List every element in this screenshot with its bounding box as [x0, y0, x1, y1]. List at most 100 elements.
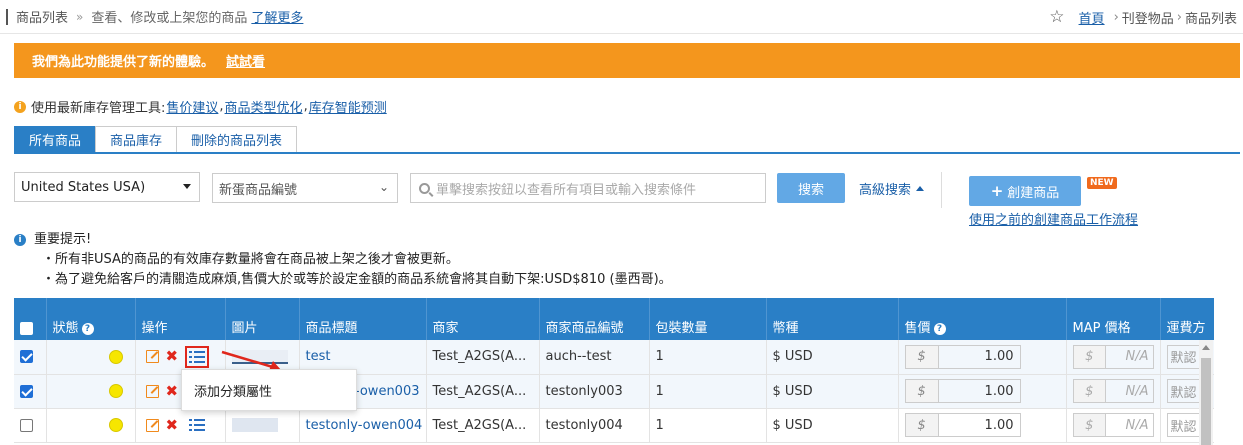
attributes-popup-menu: 添加分類屬性 — [181, 369, 357, 411]
advanced-search-label: 高級搜索 — [859, 183, 912, 198]
title-cell: testonly-owen004 — [299, 408, 427, 443]
price-suggestion-link[interactable]: 售价建议 — [166, 97, 218, 116]
actions-cell: ✖ — [135, 408, 226, 443]
search-placeholder: 單擊搜索按鈕以查看所有項目或輸入搜索條件 — [436, 182, 697, 198]
status-indicator — [108, 384, 123, 398]
breadcrumb-listings[interactable]: 刊登物品 — [1122, 8, 1174, 27]
country-select-value: United States USA) — [21, 179, 146, 195]
breadcrumb-home[interactable]: 首頁 — [1079, 8, 1105, 27]
seller-sku-cell: testonly003 — [539, 374, 650, 409]
tab-deleted-items[interactable]: 刪除的商品列表 — [176, 126, 298, 152]
learn-more-link[interactable]: 了解更多 — [251, 7, 303, 26]
search-icon — [419, 182, 430, 194]
status-indicator — [108, 349, 123, 364]
product-title-link[interactable]: test — [306, 349, 331, 364]
new-experience-banner: 我們為此功能提供了新的體驗。 試試看 — [14, 43, 1240, 78]
seller-sku-cell: testonly004 — [539, 408, 650, 443]
row-checkbox[interactable] — [20, 350, 33, 364]
seller-cell: Test_A2GS(A... — [426, 340, 540, 375]
inventory-tools-line: i 使用最新庫存管理工具: 售价建议, 商品类型优化, 库存智能预测 — [14, 97, 388, 116]
shipping-header: 運費方 — [1160, 298, 1214, 340]
search-button[interactable]: 搜索 — [777, 173, 845, 203]
page-description: 查看、修改或上架您的商品 — [91, 11, 248, 26]
star-icon[interactable]: ☆ — [1049, 7, 1064, 27]
seller-header: 商家 — [426, 298, 540, 340]
map-price-input[interactable]: N/A — [1106, 413, 1154, 437]
create-item-label: 創建商品 — [1007, 185, 1060, 201]
delete-icon[interactable]: ✖ — [166, 417, 179, 433]
seller-sku-header[interactable]: 商家商品編號 — [539, 298, 650, 340]
id-type-select-value: 新蛋商品編號 — [219, 182, 298, 198]
row-checkbox[interactable] — [20, 384, 33, 398]
tools-label: 使用最新庫存管理工具: — [31, 101, 166, 116]
price-input[interactable]: 1.00 — [938, 344, 1021, 369]
pack-qty-cell: 1 — [649, 340, 767, 375]
scrollbar-thumb[interactable] — [1201, 358, 1211, 445]
create-item-button[interactable]: + 創建商品 — [969, 176, 1081, 206]
banner-message: 我們為此功能提供了新的體驗。 — [32, 55, 215, 70]
chevron-down-icon: ⌄ — [378, 180, 389, 194]
info-icon: i — [14, 234, 26, 246]
title-separator: » — [76, 9, 84, 24]
currency-addon: $ — [904, 379, 939, 403]
status-indicator — [108, 418, 123, 432]
try-it-link[interactable]: 試試看 — [226, 51, 265, 70]
map-price-input[interactable]: N/A — [1106, 344, 1154, 369]
row-checkbox[interactable] — [20, 418, 33, 432]
important-notice: i 重要提示! ・所有非USA的商品的有效庫存數量將會在商品被上架之後才會被更新… — [14, 230, 672, 290]
seller-cell: Test_A2GS(A... — [426, 374, 540, 409]
comma: , — [219, 99, 224, 114]
list-icon[interactable] — [189, 419, 206, 431]
category-optimization-link[interactable]: 商品类型优化 — [225, 97, 303, 116]
add-category-attributes-item[interactable]: 添加分類屬性 — [194, 381, 272, 400]
table-scrollbar[interactable] — [1199, 340, 1213, 445]
title-header[interactable]: 商品標題 — [299, 298, 427, 340]
notice-line: ・所有非USA的商品的有效庫存數量將會在商品被上架之後才會被更新。 — [42, 252, 459, 267]
price-cell: $1.00 — [898, 340, 1067, 375]
edit-icon[interactable] — [145, 350, 159, 364]
status-cell — [46, 408, 136, 443]
delete-icon[interactable]: ✖ — [166, 349, 179, 364]
delete-icon[interactable]: ✖ — [166, 383, 179, 399]
map-price-header: MAP 價格 — [1066, 298, 1161, 340]
price-cell: $1.00 — [898, 408, 1067, 443]
pack-qty-cell: 1 — [649, 408, 767, 443]
caret-down-icon — [183, 184, 191, 189]
scroll-up-icon[interactable] — [1202, 345, 1210, 350]
actions-header: 操作 — [135, 298, 226, 340]
inventory-forecast-link[interactable]: 库存智能预测 — [309, 97, 387, 116]
help-icon[interactable]: ? — [81, 323, 94, 335]
breadcrumb: ☆ 首頁 › 刊登物品 › 商品列表 — [1049, 0, 1237, 34]
country-select[interactable]: United States USA) — [14, 172, 200, 202]
product-title-link[interactable]: -owen003 — [355, 384, 420, 399]
breadcrumb-current: 商品列表 — [1184, 11, 1237, 27]
product-thumbnail[interactable] — [231, 418, 278, 432]
select-all-checkbox[interactable] — [20, 322, 33, 335]
plus-icon: + — [990, 182, 1004, 200]
tab-all-items[interactable]: 所有商品 — [14, 126, 97, 152]
advanced-search-toggle[interactable]: 高級搜索 — [859, 179, 925, 198]
product-title-link[interactable]: testonly-owen004 — [306, 418, 423, 433]
price-input[interactable]: 1.00 — [938, 413, 1021, 437]
search-input[interactable]: 單擊搜索按鈕以查看所有項目或輸入搜索條件 — [410, 173, 766, 203]
id-type-select[interactable]: 新蛋商品編號 ⌄ — [212, 173, 398, 203]
previous-create-flow-link[interactable]: 使用之前的創建商品工作流程 — [969, 209, 1138, 228]
edit-icon[interactable] — [145, 384, 159, 398]
status-cell — [46, 374, 136, 409]
map-price-input[interactable]: N/A — [1106, 379, 1154, 403]
row-checkbox-cell — [14, 408, 47, 443]
price-header-label: 售價 — [904, 321, 931, 336]
currency-addon: $ — [1072, 413, 1107, 437]
tab-inventory[interactable]: 商品庫存 — [95, 126, 178, 152]
breadcrumb-separator: › — [1176, 9, 1182, 25]
currency-cell: $ USD — [766, 408, 899, 443]
price-cell: $1.00 — [898, 374, 1067, 409]
attributes-list-button[interactable] — [185, 345, 210, 368]
help-icon[interactable]: ? — [933, 323, 946, 335]
price-input[interactable]: 1.00 — [938, 379, 1021, 403]
map-price-cell: $ N/A — [1066, 408, 1161, 443]
status-cell — [46, 340, 136, 375]
top-bar: 商品列表 » 查看、修改或上架您的商品 了解更多 ☆ 首頁 › 刊登物品 › 商… — [0, 0, 1243, 34]
caret-up-icon — [916, 186, 925, 191]
edit-icon[interactable] — [145, 418, 159, 432]
